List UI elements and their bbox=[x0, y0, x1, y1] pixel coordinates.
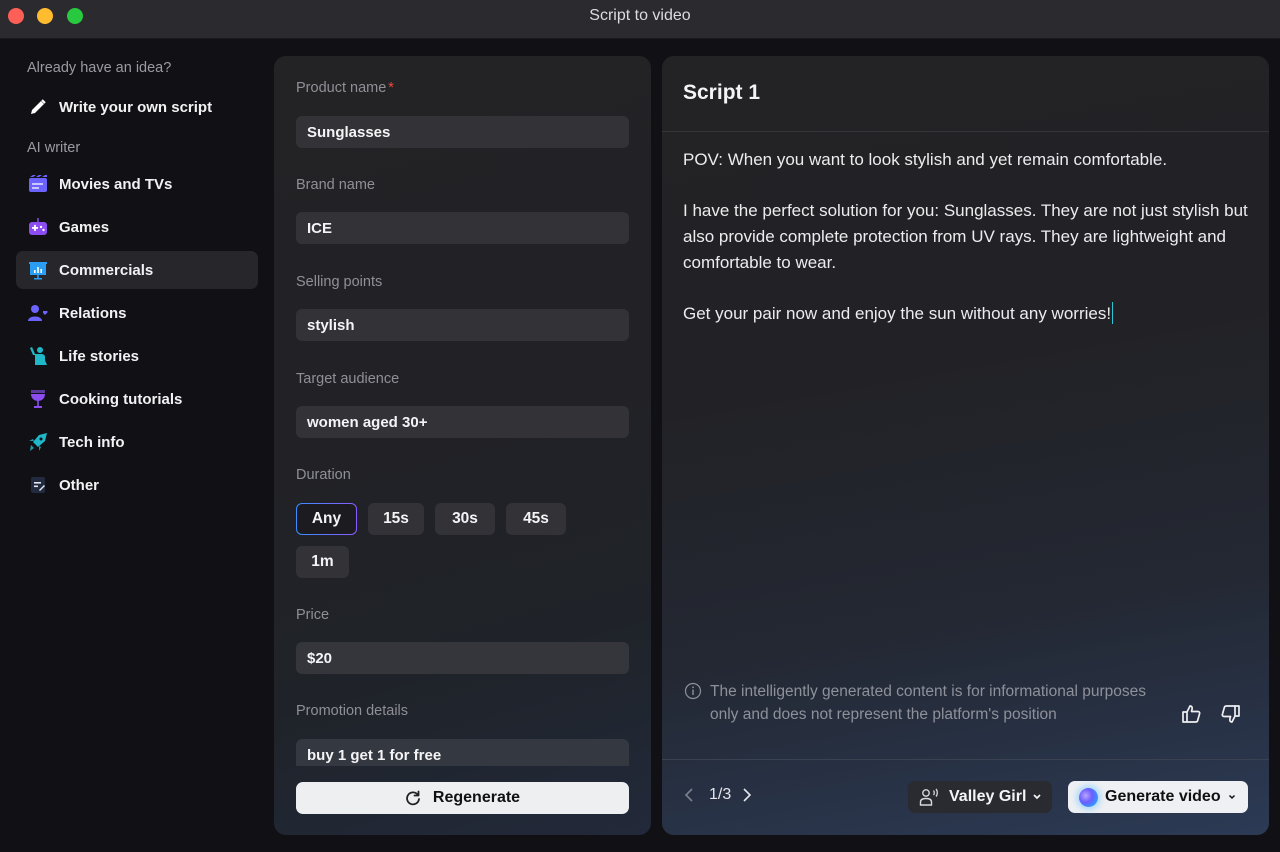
sidebar-item-movies-and-tvs[interactable]: Movies and TVs bbox=[16, 165, 258, 203]
chevron-right-icon bbox=[743, 788, 752, 802]
sidebar-item-label: Cooking tutorials bbox=[59, 390, 183, 408]
product-name-label-text: Product name bbox=[296, 80, 387, 96]
script-title: Script 1 bbox=[683, 81, 761, 104]
pencil-icon bbox=[28, 97, 48, 117]
product-name-input[interactable] bbox=[296, 116, 629, 148]
voice-label: Valley Girl bbox=[949, 788, 1027, 805]
script-pager: 1/3 bbox=[684, 786, 756, 804]
person-waving-icon bbox=[28, 346, 48, 366]
product-name-label: Product name * bbox=[296, 80, 394, 96]
target-audience-input[interactable] bbox=[296, 406, 629, 438]
brand-name-input[interactable] bbox=[296, 212, 629, 244]
voice-selector[interactable]: Valley Girl bbox=[908, 781, 1052, 813]
footer-divider bbox=[662, 759, 1269, 760]
idea-heading: Already have an idea? bbox=[27, 60, 172, 76]
thumbs-down-icon[interactable] bbox=[1220, 703, 1242, 725]
promotion-details-label: Promotion details bbox=[296, 703, 409, 719]
sidebar: Already have an idea? Write your own scr… bbox=[0, 40, 272, 852]
thumbs-up-icon[interactable] bbox=[1180, 703, 1202, 725]
script-paragraph: Get your pair now and enjoy the sun with… bbox=[683, 304, 1112, 323]
sidebar-item-label: Movies and TVs bbox=[59, 175, 173, 193]
previous-script-button[interactable] bbox=[684, 786, 698, 804]
clapperboard-icon bbox=[28, 174, 48, 194]
presentation-icon bbox=[28, 260, 48, 280]
generate-video-button[interactable]: Generate video bbox=[1068, 781, 1248, 813]
ai-disclaimer: The intelligently generated content is f… bbox=[684, 680, 1154, 726]
regenerate-button[interactable]: Regenerate bbox=[296, 782, 629, 814]
text-caret bbox=[1112, 302, 1114, 324]
sidebar-item-label: Games bbox=[59, 218, 110, 236]
next-script-button[interactable] bbox=[742, 786, 756, 804]
promotion-details-field bbox=[296, 739, 629, 766]
sidebar-item-label: Commercials bbox=[59, 261, 154, 279]
duration-label: Duration bbox=[296, 467, 351, 483]
chevron-left-icon bbox=[684, 788, 693, 802]
ai-orb-icon bbox=[1079, 787, 1098, 807]
window-title: Script to video bbox=[589, 7, 691, 24]
cocktail-glass-icon bbox=[28, 389, 48, 409]
target-audience-label: Target audience bbox=[296, 371, 400, 387]
regenerate-label: Regenerate bbox=[432, 789, 521, 806]
duration-option-15s[interactable]: 15s bbox=[368, 503, 424, 535]
selling-points-label: Selling points bbox=[296, 274, 383, 290]
script-divider bbox=[662, 131, 1269, 132]
chevron-down-icon bbox=[1033, 794, 1041, 800]
refresh-icon bbox=[406, 790, 420, 806]
promotion-details-input[interactable] bbox=[296, 739, 629, 766]
price-label: Price bbox=[296, 607, 330, 623]
product-form-panel: Product name* Brand name Selling points … bbox=[274, 56, 651, 835]
note-edit-icon bbox=[28, 475, 48, 495]
sidebar-item-cooking-tutorials[interactable]: Cooking tutorials bbox=[16, 380, 258, 418]
script-paragraph: POV: When you want to look stylish and y… bbox=[683, 150, 1168, 169]
sidebar-item-life-stories[interactable]: Life stories bbox=[16, 337, 258, 375]
sidebar-item-label: Life stories bbox=[59, 347, 140, 365]
brand-name-label: Brand name bbox=[296, 177, 375, 193]
duration-option-any[interactable]: Any bbox=[296, 503, 357, 535]
page-indicator: 1/3 bbox=[709, 786, 732, 803]
sidebar-item-tech-info[interactable]: Tech info bbox=[16, 423, 258, 461]
sidebar-item-write-own-script[interactable]: Write your own script bbox=[16, 88, 258, 126]
disclaimer-text: The intelligently generated content is f… bbox=[710, 683, 1146, 723]
gamepad-icon bbox=[28, 217, 48, 237]
script-editor[interactable]: POV: When you want to look stylish and y… bbox=[683, 147, 1253, 352]
sidebar-item-label: Tech info bbox=[59, 433, 125, 451]
sidebar-item-label: Other bbox=[59, 476, 100, 494]
info-icon bbox=[684, 682, 702, 700]
sidebar-item-label: Relations bbox=[59, 304, 127, 322]
sidebar-item-relations[interactable]: Relations bbox=[16, 294, 258, 332]
sidebar-item-other[interactable]: Other bbox=[16, 466, 258, 504]
script-paragraph: I have the perfect solution for you: Sun… bbox=[683, 201, 1248, 272]
sidebar-item-games[interactable]: Games bbox=[16, 208, 258, 246]
sidebar-item-commercials[interactable]: Commercials bbox=[16, 251, 258, 289]
person-heart-icon bbox=[28, 303, 48, 323]
rocket-icon bbox=[28, 432, 48, 452]
chevron-down-icon bbox=[1228, 794, 1235, 800]
duration-option-30s[interactable]: 30s bbox=[435, 503, 495, 535]
duration-option-45s[interactable]: 45s bbox=[506, 503, 566, 535]
title-bar: Script to video bbox=[0, 0, 1280, 39]
ai-writer-heading: AI writer bbox=[27, 140, 81, 156]
app-content: Already have an idea? Write your own scr… bbox=[0, 40, 1280, 852]
selling-points-input[interactable] bbox=[296, 309, 629, 341]
price-input[interactable] bbox=[296, 642, 629, 674]
script-panel: Script 1 POV: When you want to look styl… bbox=[662, 56, 1269, 835]
voice-speaker-icon bbox=[919, 788, 938, 806]
duration-option-1m[interactable]: 1m bbox=[296, 546, 349, 578]
sidebar-item-label: Write your own script bbox=[59, 98, 213, 116]
generate-video-label: Generate video bbox=[1105, 788, 1221, 805]
script-paragraph-last: Get your pair now and enjoy the sun with… bbox=[683, 301, 1253, 327]
required-mark: * bbox=[388, 80, 394, 96]
